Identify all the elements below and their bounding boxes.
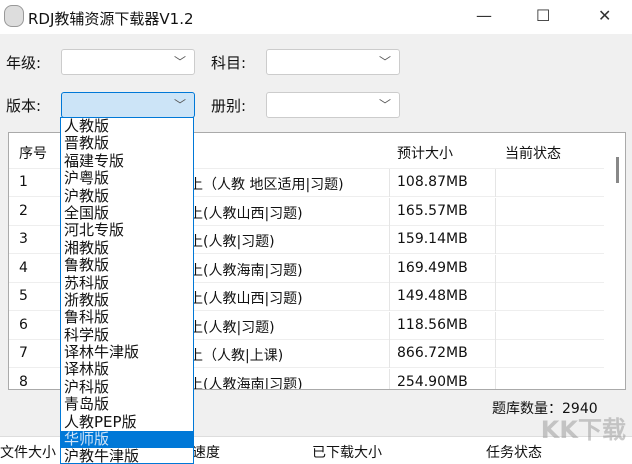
cell-name: 上（人教 地区适用|习题) [189,177,344,193]
column-divider [389,283,390,311]
edition-select[interactable]: ﹀ [61,92,195,118]
cell-name: 上(人教|习题) [189,319,275,336]
grade-label: 年级: [6,54,42,72]
edition-option[interactable]: 译林版 [61,361,193,378]
cell-no: 1 [19,174,28,190]
cell-no: 3 [19,231,28,247]
minimize-button[interactable]: — [476,6,492,25]
edition-option[interactable]: 鲁教版 [61,256,193,274]
scrollbar[interactable] [616,157,619,183]
watermark: KK下载 [540,416,626,444]
edition-option[interactable]: 福建专版 [61,152,193,170]
header-status[interactable]: 当前状态 [505,143,561,163]
cell-no: 2 [19,202,28,219]
cell-size: 149.48MB [397,288,468,304]
edition-option[interactable]: 河北专版 [61,222,193,239]
chevron-down-icon: ﹀ [378,98,391,112]
column-divider [495,169,496,197]
edition-option[interactable]: 人教版 [61,118,193,135]
edition-dropdown-list[interactable]: 人教版 晋教版 福建专版 沪粤版 沪教版 全国版 河北专版 湘教版 鲁教版 苏科版 浙教版 鲁科版 科学… [60,117,194,464]
cell-name: 上(人教海南|习题) [189,262,303,279]
edition-label: 版本: [6,97,42,115]
edition-option[interactable]: 全国版 [61,204,193,222]
column-divider [495,311,496,340]
cell-no: 5 [19,288,28,304]
column-divider [389,169,390,197]
edition-option[interactable]: 鲁科版 [61,309,193,326]
edition-option[interactable]: 科学版 [61,326,193,344]
cell-name: 上（人教|上课) [189,348,284,364]
cell-size: 165.57MB [397,202,468,219]
edition-option[interactable]: 湘教版 [61,239,193,257]
edition-option[interactable]: 华师版 [61,430,193,450]
column-divider [389,226,390,254]
edition-option[interactable]: 苏科版 [61,274,193,292]
grade-select[interactable]: ﹀ [61,49,195,75]
title-bar: RDJ教辅资源下载器V1.2 — ☐ ✕ [0,0,632,34]
subject-select[interactable]: ﹀ [266,49,400,75]
column-divider [495,340,496,368]
column-divider [495,368,496,389]
cell-no: 8 [19,373,28,390]
column-divider [495,197,496,226]
edition-option[interactable]: 译林牛津版 [61,343,193,361]
edition-option[interactable]: 沪教版 [61,187,193,205]
close-button[interactable]: ✕ [598,6,611,25]
cell-name: 上(人教山西|习题) [189,291,303,307]
cell-no: 7 [19,345,28,361]
header-no[interactable]: 序号 [19,143,47,163]
column-divider [389,311,390,340]
cell-name: 上(人教海南|习题) [189,376,303,390]
edition-option[interactable]: 沪粤版 [61,169,193,187]
column-divider [495,226,496,254]
edition-option[interactable]: 沪教牛津版 [61,448,193,463]
column-divider [389,340,390,368]
cell-no: 6 [19,316,28,333]
edition-option[interactable]: 沪科版 [61,378,193,396]
cell-size: 108.87MB [397,174,468,190]
cell-no: 4 [19,259,28,276]
edition-option[interactable]: 晋教版 [61,135,193,152]
app-icon [4,5,24,27]
header-downloaded[interactable]: 已下载大小 [312,442,382,462]
edition-option[interactable]: 人教PEP版 [61,413,193,431]
window-title: RDJ教辅资源下载器V1.2 [28,10,194,28]
header-speed[interactable]: 速度 [192,442,220,462]
edition-option[interactable]: 浙教版 [61,291,193,309]
cell-size: 159.14MB [397,231,468,247]
volume-label: 册别: [211,97,247,115]
header-size[interactable]: 预计大小 [397,143,453,163]
column-divider [495,283,496,311]
chevron-down-icon: ﹀ [378,55,391,69]
volume-select[interactable]: ﹀ [266,92,400,118]
column-divider [389,254,390,283]
cell-size: 118.56MB [397,316,468,333]
edition-option[interactable]: 青岛版 [61,396,193,413]
subject-label: 科目: [211,54,247,72]
maximize-button[interactable]: ☐ [536,6,550,25]
header-file-size[interactable]: 文件大小 [0,442,56,462]
cell-size: 169.49MB [397,259,468,276]
column-divider [495,254,496,283]
column-divider [389,368,390,389]
header-task-status[interactable]: 任务状态 [486,442,542,462]
cell-name: 上(人教|习题) [189,234,275,250]
column-divider [389,197,390,226]
cell-name: 上(人教山西|习题) [189,205,303,222]
cell-size: 254.90MB [397,373,468,390]
chevron-down-icon: ﹀ [173,55,186,69]
chevron-down-icon: ﹀ [173,98,186,112]
cell-size: 866.72MB [397,345,468,361]
